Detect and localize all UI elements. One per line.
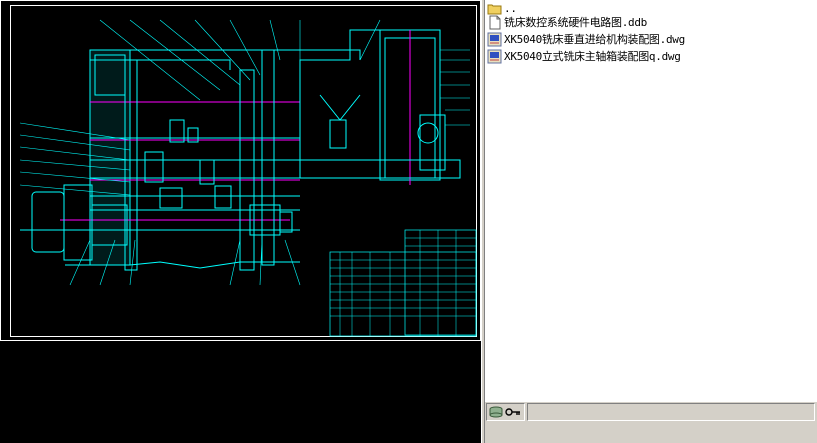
file-name: XK5040立式铣床主轴箱装配图q.dwg (504, 50, 681, 63)
drawing-preview (0, 0, 481, 443)
dwg-file-icon (487, 49, 502, 64)
leader-lines (19, 19, 470, 286)
cad-drawing (0, 0, 481, 341)
status-bar (485, 401, 817, 443)
list-item[interactable]: XK5040立式铣床主轴箱装配图q.dwg (487, 48, 681, 64)
ddb-file-icon (487, 15, 502, 30)
file-name: XK5040铣床垂直进给机构装配图.dwg (504, 33, 685, 46)
file-name: 铣床数控系统硬件电路图.ddb (504, 16, 647, 29)
list-item[interactable]: XK5040铣床垂直进给机构装配图.dwg (487, 31, 685, 47)
parts-table (329, 229, 477, 337)
status-icons-cell (486, 403, 525, 421)
drawing-inner-frame (10, 5, 477, 337)
file-name: .. (504, 1, 517, 15)
key-icon (505, 403, 521, 422)
dwg-file-icon (487, 32, 502, 47)
file-list: .. 铣床数控系统硬件电路图.ddb XK5040铣床垂直进给机构装配图.dwg… (485, 0, 817, 401)
assembly-lines (20, 29, 461, 271)
list-item[interactable]: 铣床数控系统硬件电路图.ddb (487, 14, 647, 30)
database-icon (489, 403, 503, 422)
status-text-cell (527, 403, 815, 421)
